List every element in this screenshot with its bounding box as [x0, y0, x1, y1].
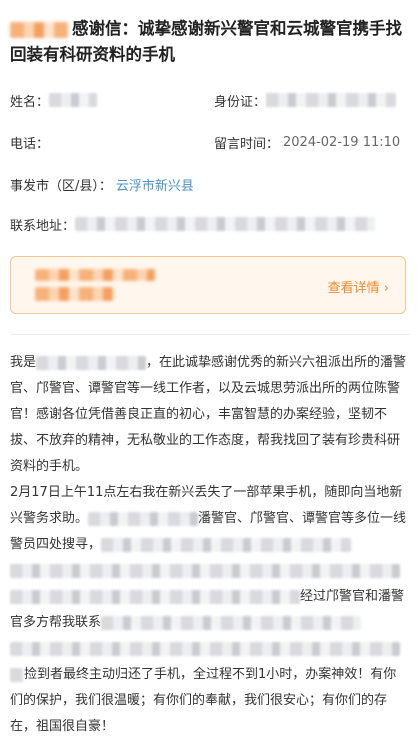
address-field: 联系地址： [10, 214, 376, 234]
name-label: 姓名： [10, 94, 50, 110]
location-value: 云浮市新兴县 [115, 178, 194, 194]
address-label: 联系地址： [10, 218, 76, 234]
name-field: 姓名： [10, 90, 98, 110]
time-field: 留言时间： 2024-02-19 11:10 [214, 132, 400, 152]
detail-card[interactable]: 查看详情 › [10, 256, 406, 314]
id-field: 身份证： [214, 90, 397, 110]
time-label: 留言时间： [214, 136, 280, 152]
phone-label: 电话： [10, 136, 50, 152]
name-redacted [49, 93, 98, 107]
redacted-tag [10, 21, 68, 38]
redacted-text [10, 589, 300, 604]
paragraph-2: 2月17日上午11点左右我在新兴丢失了一部苹果手机，随即向当地新兴警务求助。 潘警… [10, 485, 407, 734]
phone-field: 电话： [10, 132, 49, 152]
letter-header: 感谢信：诚挚感谢新兴警官和云城警官携手找回装有科研资料的手机 [10, 16, 410, 68]
redacted-text [101, 537, 352, 552]
redacted-text [10, 563, 400, 578]
letter-body: 我是 ，在此诚挚感谢优秀的新兴六祖派出所的潘警官、邝警官、谭警官等一线工作者，以及… [10, 350, 408, 740]
address-redacted [75, 217, 376, 231]
paragraph-1: 我是 ，在此诚挚感谢优秀的新兴六祖派出所的潘警官、邝警官、谭警官等一线工作者，以及… [10, 355, 407, 474]
redacted-text [10, 641, 400, 656]
id-redacted [266, 93, 397, 107]
location-field: 事发市（区/县）： 云浮市新兴县 [10, 174, 194, 194]
card-redacted-line-1 [35, 269, 155, 281]
time-value: 2024-02-19 11:10 [283, 134, 401, 150]
redacted-text [36, 355, 147, 370]
card-redacted-line-2 [35, 287, 113, 301]
redacted-text [10, 667, 24, 682]
id-label: 身份证： [214, 94, 267, 110]
view-details-link[interactable]: 查看详情 › [328, 277, 389, 296]
divider [10, 334, 410, 335]
page-title: 感谢信：诚挚感谢新兴警官和云城警官携手找回装有科研资料的手机 [10, 19, 402, 64]
location-label: 事发市（区/县）： [10, 178, 112, 194]
redacted-text [88, 511, 199, 526]
redacted-text [101, 615, 362, 630]
